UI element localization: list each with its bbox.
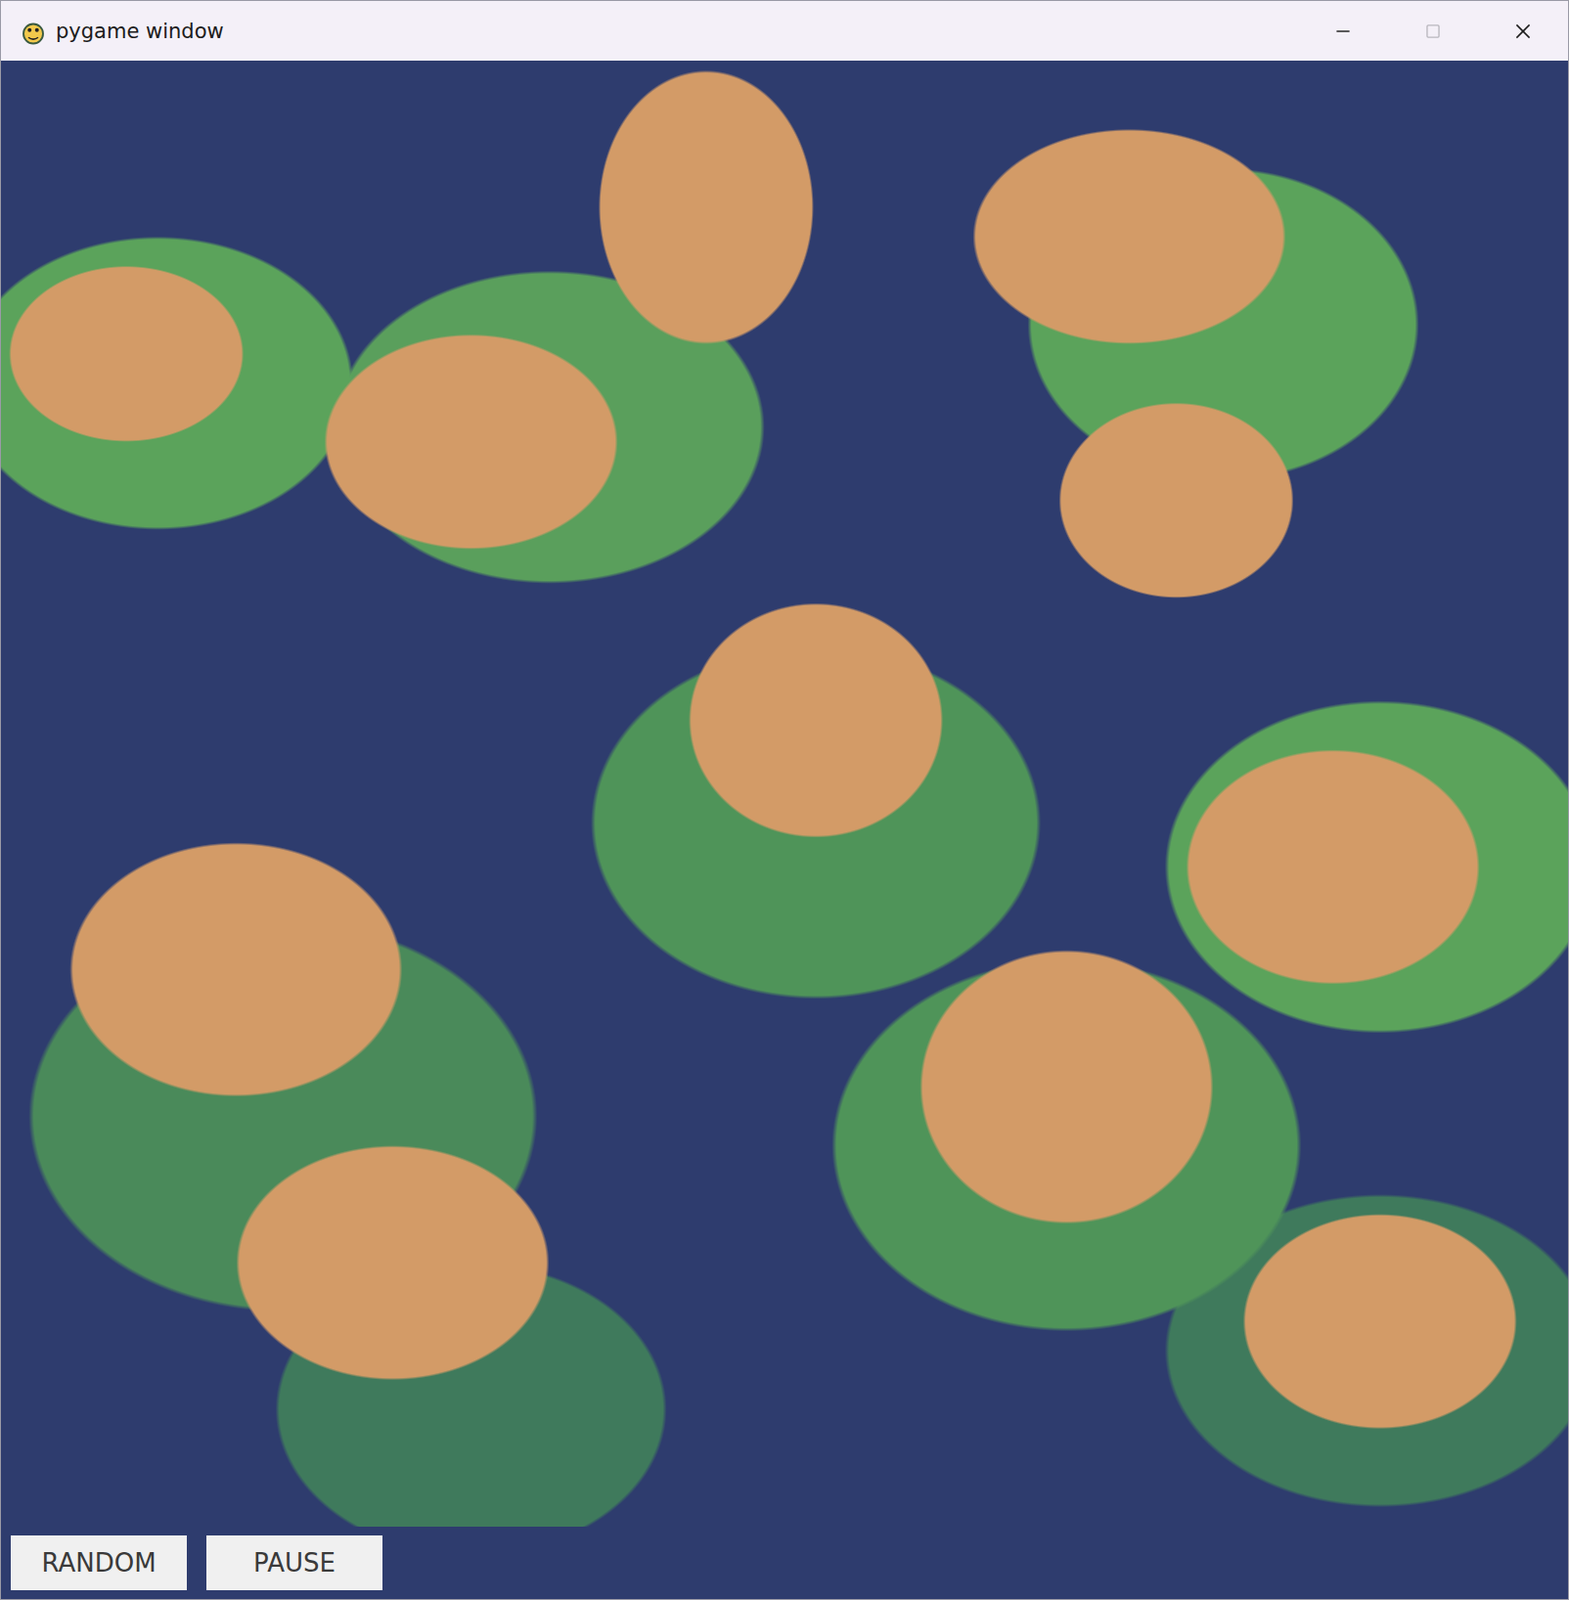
close-icon — [1512, 20, 1534, 43]
title-bar: pygame window — [0, 0, 1569, 61]
minimize-button[interactable] — [1298, 0, 1389, 61]
game-canvas[interactable] — [0, 60, 1569, 1527]
pygame-snake-icon — [18, 16, 48, 46]
window-title: pygame window — [55, 19, 225, 44]
close-button[interactable] — [1478, 0, 1569, 61]
maximize-button — [1388, 0, 1479, 61]
minimize-icon — [1332, 20, 1354, 43]
pygame-window: pygame window RANDOM PAUSE — [0, 0, 1569, 1600]
window-controls — [1298, 0, 1569, 61]
control-bar: RANDOM PAUSE — [0, 1526, 1569, 1600]
maximize-icon — [1422, 20, 1444, 43]
pause-button[interactable]: PAUSE — [206, 1535, 383, 1591]
random-button[interactable]: RANDOM — [10, 1535, 187, 1591]
